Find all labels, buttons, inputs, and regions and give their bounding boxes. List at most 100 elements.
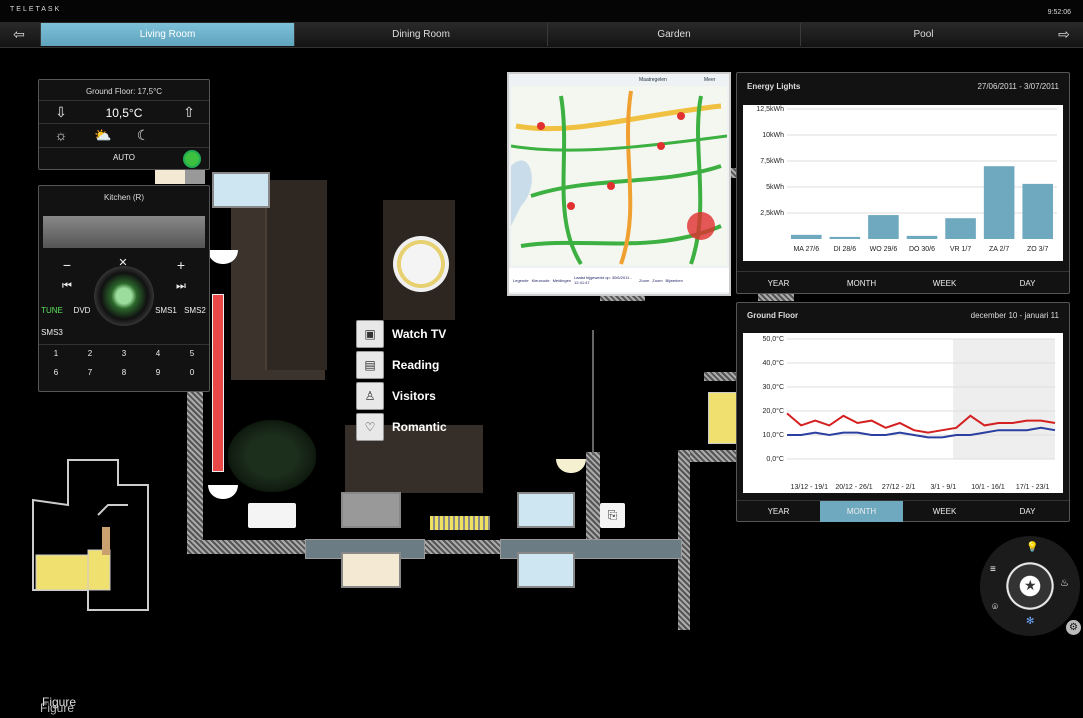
energy-chart: 12,5kWh 10kWh 7,5kWh 5kWh 2,5kWh MA 27/6 DI 28… xyxy=(743,105,1063,261)
map-view[interactable] xyxy=(511,86,727,266)
energy-tab-week[interactable]: WEEK xyxy=(903,272,986,294)
source-dvd[interactable]: DVD xyxy=(71,306,93,315)
source-sms3[interactable]: SMS3 xyxy=(41,328,63,337)
key-button[interactable]: 1 xyxy=(39,349,73,358)
scene-watch-tv[interactable]: ▣ Watch TV xyxy=(356,318,447,349)
scene-reading[interactable]: ▤ Reading xyxy=(356,349,447,380)
temp-up-icon[interactable]: ⇧ xyxy=(175,104,203,120)
tab-garden[interactable]: Garden xyxy=(547,23,800,46)
y-tick-label: 10,0°C xyxy=(763,431,784,439)
wall xyxy=(704,372,736,381)
camera-icon[interactable]: ⌾ xyxy=(992,602,998,613)
mode-button[interactable]: AUTO xyxy=(94,151,154,163)
window[interactable] xyxy=(212,172,270,208)
prev-room-arrow-icon[interactable]: ⇦ xyxy=(0,22,38,47)
moon-icon[interactable]: ☾ xyxy=(129,126,157,144)
y-tick-label: 0,0°C xyxy=(766,455,784,463)
traffic-map[interactable]: Maatregelen Meer Legende Kleurcode Meldi… xyxy=(507,72,731,296)
energy-title: Energy Lights xyxy=(747,82,801,91)
map-reports-button[interactable]: Meldingen xyxy=(553,278,571,283)
wall xyxy=(187,390,203,550)
sun-icon[interactable]: ☼ xyxy=(47,126,75,144)
bar xyxy=(868,215,899,239)
energy-panel: Energy Lights 27/06/2011 - 3/07/2011 12,… xyxy=(736,72,1070,294)
heater[interactable] xyxy=(430,516,490,530)
map-zoom-in-button[interactable]: Zoom xyxy=(639,278,649,283)
map-tab-more[interactable]: Meer xyxy=(704,77,715,83)
source-sms1[interactable]: SMS1 xyxy=(155,306,177,315)
wall-lamp-icon[interactable] xyxy=(208,485,238,499)
key-button[interactable]: 5 xyxy=(175,349,209,358)
key-button[interactable]: 7 xyxy=(73,368,107,377)
clock: 9:52:06 xyxy=(1047,9,1071,16)
map-tab-measures[interactable]: Maatregelen xyxy=(639,77,667,83)
scene-label: Romantic xyxy=(392,419,447,434)
y-tick-label: 12,5kWh xyxy=(756,106,784,113)
power-outlet-icon[interactable] xyxy=(708,392,738,444)
scene-list: ▣ Watch TV ▤ Reading ♙ Visitors ♡ Romantic xyxy=(356,318,447,442)
window[interactable] xyxy=(517,552,575,588)
source-tune[interactable]: TUNE xyxy=(41,306,63,315)
volume-down-icon[interactable]: − xyxy=(57,257,77,273)
scene-visitors[interactable]: ♙ Visitors xyxy=(356,380,447,411)
previous-icon[interactable]: ⏮ xyxy=(57,280,77,293)
partly-cloudy-icon[interactable]: ⛅ xyxy=(89,126,117,144)
key-button[interactable]: 3 xyxy=(107,349,141,358)
wall-lamp-icon[interactable] xyxy=(556,459,586,473)
temperature-tabs: YEAR MONTH WEEK DAY xyxy=(737,500,1069,522)
tab-pool[interactable]: Pool xyxy=(800,23,1046,46)
temp-down-icon[interactable]: ⇩ xyxy=(47,104,75,120)
source-sms2[interactable]: SMS2 xyxy=(183,306,207,315)
key-button[interactable]: 6 xyxy=(39,368,73,377)
x-tick-label: DI 28/6 xyxy=(834,246,857,253)
energy-tab-year[interactable]: YEAR xyxy=(737,272,820,294)
blinds-icon[interactable]: ≡ xyxy=(990,564,996,575)
window[interactable] xyxy=(341,492,401,528)
power-outlet-icon[interactable] xyxy=(248,503,296,528)
temperature-tab-day[interactable]: DAY xyxy=(986,501,1069,522)
fan-icon[interactable]: ✻ xyxy=(1026,616,1034,627)
y-tick-label: 50,0°C xyxy=(763,335,784,343)
bar xyxy=(829,236,861,239)
map-refresh-button[interactable]: Bijwerken xyxy=(666,278,683,283)
light-bulb-icon[interactable]: 💡 xyxy=(1026,542,1038,553)
next-icon[interactable]: ⏭ xyxy=(171,280,191,293)
radial-menu[interactable]: ★ 💡 ♨ ✻ ⌾ ≡ xyxy=(980,536,1080,636)
temperature-tab-year[interactable]: YEAR xyxy=(737,501,820,522)
map-colorcode-button[interactable]: Kleurcode xyxy=(532,278,550,283)
x-tick-label: 27/12 - 2/1 xyxy=(882,484,916,491)
y-tick-label: 20,0°C xyxy=(763,407,784,415)
audio-power-knob-icon[interactable] xyxy=(94,266,154,326)
socket-icon[interactable]: ⎘ xyxy=(600,503,625,528)
energy-tab-day[interactable]: DAY xyxy=(986,272,1069,294)
tab-living-room[interactable]: Living Room xyxy=(40,23,294,46)
floorplan-minimap[interactable] xyxy=(28,455,158,620)
volume-up-icon[interactable]: + xyxy=(171,257,191,273)
map-zoom-out-button[interactable]: Zoom xyxy=(652,278,662,283)
window[interactable] xyxy=(341,552,401,588)
key-button[interactable]: 8 xyxy=(107,368,141,377)
key-button[interactable]: 9 xyxy=(141,368,175,377)
next-room-arrow-icon[interactable]: ⇨ xyxy=(1045,22,1083,47)
energy-tab-month[interactable]: MONTH xyxy=(820,272,903,294)
temperature-range: december 10 - januari 11 xyxy=(970,311,1059,320)
scene-romantic[interactable]: ♡ Romantic xyxy=(356,411,447,442)
temperature-tab-week[interactable]: WEEK xyxy=(903,501,986,522)
scene-label: Reading xyxy=(392,357,440,372)
radiator[interactable] xyxy=(212,294,224,472)
key-button[interactable]: 2 xyxy=(73,349,107,358)
map-legend-button[interactable]: Legende xyxy=(513,278,529,283)
key-button[interactable]: 0 xyxy=(175,368,209,377)
tab-dining-room[interactable]: Dining Room xyxy=(294,23,547,46)
y-tick-label: 5kWh xyxy=(766,184,784,191)
settings-gear-icon[interactable]: ⚙ xyxy=(1066,620,1081,635)
key-button[interactable]: 4 xyxy=(141,349,175,358)
temperature-tab-month[interactable]: MONTH xyxy=(820,501,903,522)
ceiling-light-icon[interactable] xyxy=(393,236,449,292)
y-tick-label: 2,5kWh xyxy=(760,210,784,217)
window[interactable] xyxy=(517,492,575,528)
x-tick-label: 10/1 - 16/1 xyxy=(971,484,1005,491)
favorite-star-icon[interactable]: ★ xyxy=(1024,577,1037,594)
heating-icon[interactable]: ♨ xyxy=(1060,578,1069,589)
power-icon[interactable] xyxy=(183,150,201,168)
